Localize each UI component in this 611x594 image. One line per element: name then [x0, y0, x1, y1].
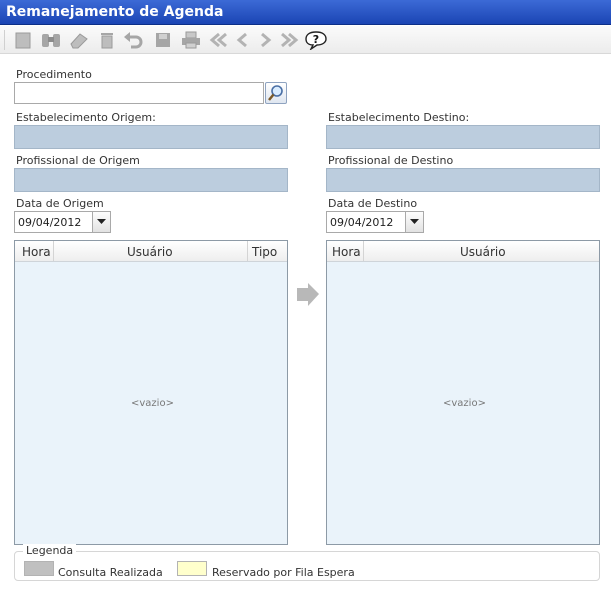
legend-swatch-consulta-realizada: [24, 561, 54, 576]
printer-icon: [182, 31, 200, 49]
origem-grid[interactable]: Hora Usuário Tipo <vazio>: [14, 240, 288, 545]
legend-swatch-reservado-fila-espera: [177, 561, 207, 576]
next-icon: [261, 32, 272, 48]
data-origem-select[interactable]: 09/04/2012: [14, 211, 111, 233]
data-destino-dropdown-button[interactable]: [405, 212, 423, 232]
estabelecimento-origem-label: Estabelecimento Origem:: [16, 111, 156, 124]
undo-button[interactable]: [122, 29, 144, 51]
first-record-button[interactable]: [208, 29, 230, 51]
legend: Legenda Consulta Realizada Reservado por…: [14, 544, 600, 581]
last-record-button[interactable]: [278, 29, 300, 51]
destino-col-hora[interactable]: Hora: [332, 245, 361, 259]
origem-col-usuario[interactable]: Usuário: [127, 245, 173, 259]
transfer-button[interactable]: [295, 282, 321, 308]
binoculars-icon: [42, 34, 60, 47]
profissional-origem-label: Profissional de Origem: [16, 154, 140, 167]
profissional-destino-field: [326, 168, 600, 192]
previous-icon: [236, 32, 247, 48]
save-icon: [156, 33, 170, 47]
origem-grid-header: Hora Usuário Tipo: [15, 241, 287, 262]
chevron-down-icon: [97, 219, 106, 224]
column-divider: [363, 241, 364, 261]
eraser-icon: [70, 33, 88, 49]
profissional-origem-field: [14, 168, 288, 192]
destino-col-usuario[interactable]: Usuário: [460, 245, 506, 259]
column-divider: [53, 241, 54, 261]
data-destino-select[interactable]: 09/04/2012: [326, 211, 424, 233]
toolbar: ?: [0, 26, 611, 54]
svg-text:?: ?: [313, 33, 319, 46]
destino-grid-header: Hora Usuário: [327, 241, 599, 262]
first-icon: [209, 32, 227, 48]
estabelecimento-destino-label: Estabelecimento Destino:: [328, 111, 470, 124]
data-destino-value: 09/04/2012: [330, 216, 394, 229]
last-icon: [281, 32, 299, 48]
previous-record-button[interactable]: [232, 29, 254, 51]
procedimento-search-button[interactable]: [265, 82, 287, 104]
window-title-bar: Remanejamento de Agenda: [0, 0, 611, 25]
transfer-arrow-icon: [297, 283, 319, 306]
search-button[interactable]: [40, 29, 62, 51]
print-button[interactable]: [180, 29, 202, 51]
origem-col-tipo[interactable]: Tipo: [252, 245, 277, 259]
help-button[interactable]: ?: [305, 29, 327, 51]
clear-button[interactable]: [68, 29, 90, 51]
next-record-button[interactable]: [254, 29, 276, 51]
destino-grid-empty-text: <vazio>: [443, 398, 486, 409]
data-origem-dropdown-button[interactable]: [92, 212, 110, 232]
trash-icon: [101, 33, 113, 49]
origem-grid-empty-text: <vazio>: [131, 398, 174, 409]
procedimento-label: Procedimento: [16, 68, 92, 81]
data-origem-value: 09/04/2012: [18, 216, 82, 229]
destino-grid[interactable]: Hora Usuário <vazio>: [326, 240, 600, 545]
origem-col-hora[interactable]: Hora: [22, 245, 51, 259]
magnifier-icon: [268, 85, 283, 101]
legend-label-reservado-fila-espera: Reservado por Fila Espera: [212, 566, 355, 579]
window-title: Remanejamento de Agenda: [6, 4, 224, 20]
new-button[interactable]: [12, 29, 34, 51]
help-icon: ?: [305, 31, 327, 50]
data-origem-label: Data de Origem: [16, 197, 104, 210]
estabelecimento-destino-field: [326, 125, 600, 149]
legend-title: Legenda: [23, 544, 77, 557]
data-destino-label: Data de Destino: [328, 197, 418, 210]
procedimento-input[interactable]: [14, 82, 264, 104]
new-doc-icon: [15, 32, 31, 49]
toolbar-separator: [4, 30, 5, 50]
legend-label-consulta-realizada: Consulta Realizada: [58, 566, 163, 579]
chevron-down-icon: [410, 219, 419, 224]
save-button[interactable]: [152, 29, 174, 51]
estabelecimento-origem-field: [14, 125, 288, 149]
profissional-destino-label: Profissional de Destino: [328, 154, 454, 167]
undo-icon: [124, 32, 143, 49]
column-divider: [247, 241, 248, 261]
delete-button[interactable]: [96, 29, 118, 51]
